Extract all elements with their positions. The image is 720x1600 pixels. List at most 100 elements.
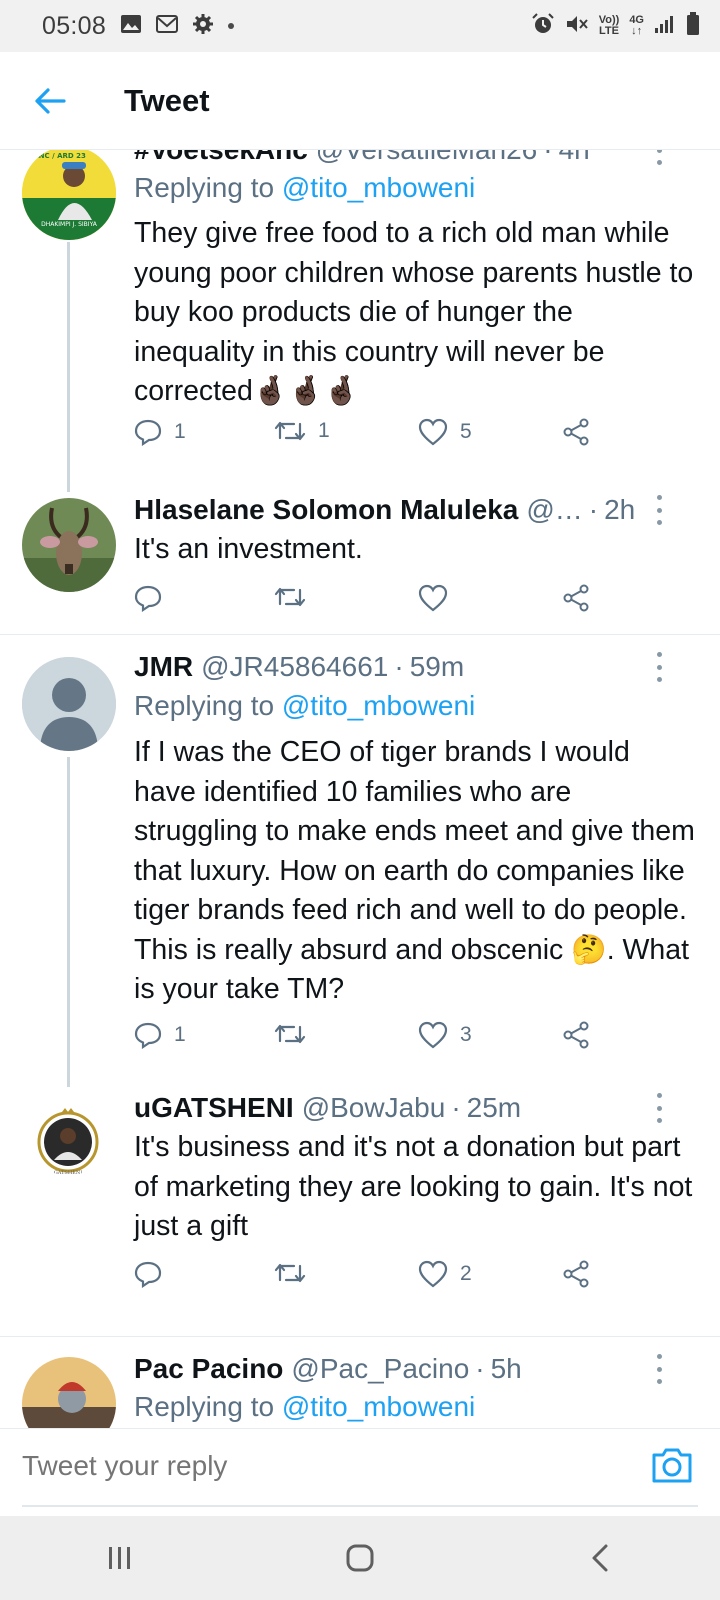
replying-to: Replying to @tito_mboweni: [134, 172, 476, 203]
more-options-icon[interactable]: [654, 1093, 664, 1123]
avatar[interactable]: GATSHENI: [34, 1108, 102, 1176]
recent-apps-button[interactable]: [80, 1528, 160, 1588]
author-handle[interactable]: @VersatileMan26: [316, 150, 537, 166]
share-button[interactable]: [562, 418, 590, 446]
default-profile-icon: [22, 657, 116, 751]
home-icon: [346, 1544, 374, 1572]
share-button[interactable]: [562, 1021, 590, 1049]
reply-button[interactable]: 1: [134, 418, 186, 446]
tweet-item[interactable]: Hlaselane Solomon Maluleka @… · 2h It's …: [0, 480, 720, 634]
reply-count: 1: [174, 1023, 186, 1046]
separator-dot: ·: [588, 494, 599, 525]
tweet-time: 59m: [409, 651, 465, 682]
avatar-image: [22, 498, 116, 592]
author-name[interactable]: JMR: [134, 651, 193, 683]
tweet-text: They give free food to a rich old man wh…: [134, 217, 694, 407]
author-handle[interactable]: @BowJabu: [302, 1092, 446, 1124]
author-name[interactable]: uGATSHENI: [134, 1092, 294, 1124]
reply-composer: [0, 1428, 720, 1516]
mention-link[interactable]: @tito_mboweni: [282, 1391, 475, 1422]
tweet-header: JMR @JR45864661 · 59m: [134, 649, 700, 685]
separator-dot: ·: [543, 150, 552, 166]
tweet-text: It's business and it's not a donation bu…: [134, 1131, 693, 1242]
retweet-button[interactable]: 1: [274, 418, 330, 444]
share-button[interactable]: [562, 1260, 590, 1288]
tweet-item[interactable]: JMR @JR45864661 · 59m Replying to @tito_…: [0, 634, 720, 1087]
tweet-text: If I was the CEO of tiger brands I would…: [134, 736, 695, 1005]
retweet-count: 1: [318, 419, 330, 442]
separator-dot: ·: [475, 1353, 485, 1384]
author-handle[interactable]: @…: [526, 494, 582, 526]
tweet-text: It's an investment.: [134, 533, 363, 565]
tweet-item[interactable]: Pac Pacino @Pac_Pacino · 5h Replying to …: [0, 1336, 720, 1428]
author-handle[interactable]: @JR45864661: [201, 651, 388, 683]
replies-timeline[interactable]: DHAKIMPI J. SIBIYA E ANC / ARD 23 #Voets…: [0, 150, 720, 1428]
gallery-icon: [120, 14, 142, 39]
battery-icon: [686, 11, 700, 41]
author-handle[interactable]: @Pac_Pacino: [291, 1353, 469, 1385]
tweet-item[interactable]: GATSHENI uGATSHENI @BowJabu · 25m It's b…: [0, 1076, 720, 1310]
reply-button[interactable]: 1: [134, 1021, 186, 1049]
tweet-actions: [134, 584, 604, 624]
author-name[interactable]: Pac Pacino: [134, 1353, 283, 1385]
retweet-icon: [274, 1263, 306, 1283]
separator-dot: ·: [394, 651, 404, 682]
avatar[interactable]: [22, 657, 116, 751]
recent-apps-icon: [109, 1547, 130, 1569]
tweet-header: Pac Pacino @Pac_Pacino · 5h: [134, 1351, 700, 1387]
home-button[interactable]: [320, 1528, 400, 1588]
reply-button[interactable]: [134, 584, 174, 612]
mention-link[interactable]: @tito_mboweni: [282, 172, 475, 203]
like-count: 2: [460, 1262, 472, 1285]
tweet-header: #VoetsekAnc @VersatileMan26 · 4h: [134, 150, 700, 168]
retweet-button[interactable]: [274, 1021, 318, 1047]
heart-icon: [418, 418, 448, 446]
avatar-image: [22, 1357, 116, 1428]
camera-button[interactable]: [650, 1445, 694, 1485]
tweet-time: 4h: [559, 150, 590, 166]
tweet-time: 2h: [604, 494, 636, 525]
separator-dot: ·: [451, 1092, 461, 1123]
alarm-icon: [531, 12, 555, 40]
share-icon: [563, 1260, 589, 1288]
more-options-icon[interactable]: [654, 495, 664, 525]
author-name[interactable]: #VoetsekAnc: [134, 150, 308, 166]
status-bar: 05:08 Vo)) LTE 4G ↓↑: [0, 0, 720, 52]
retweet-button[interactable]: [274, 1260, 318, 1286]
author-name[interactable]: Hlaselane Solomon Maluleka: [134, 494, 518, 526]
like-button[interactable]: [418, 584, 460, 612]
avatar[interactable]: DHAKIMPI J. SIBIYA E ANC / ARD 23: [22, 150, 116, 240]
back-button[interactable]: [20, 71, 80, 131]
mention-link[interactable]: @tito_mboweni: [282, 690, 475, 721]
camera-icon: [652, 1448, 692, 1483]
heart-icon: [418, 1021, 448, 1049]
more-options-icon[interactable]: [654, 150, 664, 165]
retweet-icon: [274, 587, 306, 607]
retweet-button[interactable]: [274, 584, 318, 610]
like-button[interactable]: 3: [418, 1021, 472, 1049]
chevron-left-icon: [592, 1544, 608, 1572]
like-button[interactable]: 5: [418, 418, 472, 446]
retweet-icon: [274, 1024, 306, 1044]
mute-icon: [565, 13, 589, 40]
reply-icon: [134, 1261, 162, 1288]
avatar[interactable]: [22, 1357, 116, 1428]
heart-icon: [418, 584, 448, 612]
tweet-time: 5h: [490, 1353, 522, 1384]
share-button[interactable]: [562, 584, 590, 612]
status-time: 05:08: [42, 11, 107, 40]
like-button[interactable]: 2: [418, 1260, 472, 1288]
back-nav-button[interactable]: [560, 1528, 640, 1588]
avatar[interactable]: [22, 498, 116, 592]
reply-icon: [134, 585, 162, 612]
share-icon: [563, 418, 589, 446]
thread-line: [67, 757, 70, 1087]
replying-to: Replying to @tito_mboweni: [134, 690, 476, 721]
more-options-icon[interactable]: [654, 1354, 664, 1384]
reply-button[interactable]: [134, 1260, 174, 1288]
avatar-image: GATSHENI: [35, 1108, 101, 1176]
more-options-icon[interactable]: [654, 652, 664, 682]
reply-input[interactable]: [22, 1429, 602, 1503]
thread-line: [67, 242, 70, 492]
tweet-item[interactable]: DHAKIMPI J. SIBIYA E ANC / ARD 23 #Voets…: [0, 150, 720, 492]
